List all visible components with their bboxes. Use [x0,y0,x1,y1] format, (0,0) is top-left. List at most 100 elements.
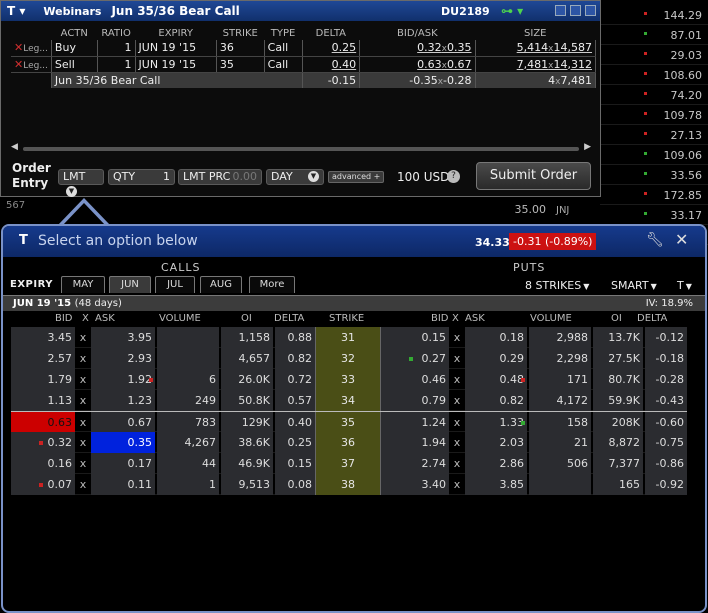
call-ask[interactable]: 0.35 [91,432,155,453]
call-delta: 0.15 [275,453,315,474]
call-bid[interactable]: 3.45 [11,327,75,348]
scroll-track[interactable] [23,147,579,151]
option-row-strike-32[interactable]: 2.57 x 2.93 4,657 0.82 32 0.27 x 0.29 2,298 27.5K -… [11,348,687,369]
put-ask[interactable]: 2.86 [465,453,527,474]
order-title-bar[interactable]: T ▾ Webinars Jun 35/36 Bear Call DU2189 … [1,1,600,21]
leg-ratio[interactable]: 1 [97,40,136,57]
call-bid[interactable]: 2.57 [11,348,75,369]
put-bid[interactable]: 2.74 [381,453,449,474]
leg-row-buy[interactable]: ✕Leg... Buy 1 JUN 19 '15 36 Call 0.25 0.… [11,40,596,57]
close-icon[interactable]: ✕ [675,230,688,249]
combo-order-window: T ▾ Webinars Jun 35/36 Bear Call DU2189 … [0,0,601,197]
scroll-right-icon[interactable]: ▶ [584,142,591,152]
leg-expiry: JUN 19 '15 [135,56,217,73]
call-ask[interactable]: 3.95 [91,327,155,348]
submit-order-button[interactable]: Submit Order [476,162,591,190]
col-header: SIZE [524,27,547,39]
put-ask[interactable]: 0.82 [465,390,527,411]
call-ask[interactable]: 1.23 [91,390,155,411]
trading-class-dropdown[interactable]: T ▼ [677,279,692,292]
expiry-tab-aug[interactable]: AUG [200,276,242,293]
expiry-tab-may[interactable]: MAY [61,276,105,293]
bid-ask-separator: x [79,416,87,429]
put-bid[interactable]: 0.79 [381,390,449,411]
option-row-strike-38[interactable]: 0.07 x 0.11 1 9,513 0.08 38 3.40 x 3.85 165 -0.92 [11,474,687,495]
ticker-change-dot [644,192,647,195]
ticker-row: 109.78 [600,105,708,125]
put-ask[interactable]: 0.29 [465,348,527,369]
wrench-icon[interactable]: 🔧︎ [646,232,664,248]
call-bid[interactable]: 1.13 [11,390,75,411]
call-bid[interactable]: 0.16 [11,453,75,474]
bid-ask-separator: x [453,478,461,491]
leg-action[interactable]: Sell [51,56,98,73]
chain-menu-icon[interactable]: T [19,233,28,248]
put-bid[interactable]: 0.15 [381,327,449,348]
put-ask[interactable]: 0.48 [465,369,527,390]
expiry-tab-jul[interactable]: JUL [155,276,195,293]
quantity-field[interactable]: QTY 1 [108,169,175,185]
leg-row-sell[interactable]: ✕Leg... Sell 1 JUN 19 '15 35 Call 0.40 0… [11,56,596,73]
expiry-tab-more[interactable]: More [249,276,295,293]
combo-row[interactable]: Jun 35/36 Bear Call -0.15 -0.35x-0.28 4x… [11,72,596,88]
option-row-strike-33[interactable]: 1.79 x 1.92 6 26.0K 0.72 33 0.46 x 0.48 171 80.7K -0… [11,369,687,390]
order-type-select[interactable]: LMT▼ [58,169,104,197]
option-row-strike-34[interactable]: 1.13 x 1.23 249 50.8K 0.57 34 0.79 x 0.82 4,172 59.… [11,390,687,411]
put-bid[interactable]: 1.94 [381,432,449,453]
call-ask[interactable]: 0.17 [91,453,155,474]
put-bid[interactable]: 0.27 [381,348,449,369]
call-bid[interactable]: 0.32 [11,432,75,453]
put-open-interest: 208K [593,412,643,433]
bid-ask-separator: x [453,331,461,344]
ticker-change-dot [644,52,647,55]
call-ask[interactable]: 0.11 [91,474,155,495]
background-left-value: 567 [6,200,26,211]
call-bid[interactable]: 0.63 [11,412,75,433]
route-dropdown[interactable]: SMART ▼ [611,279,657,292]
minimize-button[interactable] [555,5,566,16]
option-chain-panel: T Select an option below 34.33 -0.31 (-0… [1,224,707,613]
info-icon[interactable]: ? [447,170,460,183]
call-bid[interactable]: 0.07 [11,474,75,495]
call-ask[interactable]: 2.93 [91,348,155,369]
option-row-strike-36[interactable]: 0.32 x 0.35 4,267 38.6K 0.25 36 1.94 x 2.03 21 8,87… [11,432,687,453]
call-volume [157,348,219,369]
close-button[interactable] [585,5,596,16]
leg-action[interactable]: Buy [51,40,98,57]
option-row-strike-37[interactable]: 0.16 x 0.17 44 46.9K 0.15 37 2.74 x 2.86 506 7,377-… [11,453,687,474]
ticker-change-dot [644,12,647,15]
put-bid[interactable]: 0.46 [381,369,449,390]
put-ask[interactable]: 3.85 [465,474,527,495]
order-entry-label: Order Entry [12,161,51,190]
put-ask[interactable]: 1.33 [465,412,527,433]
ticker-change-dot [644,212,647,215]
maximize-button[interactable] [570,5,581,16]
remove-leg-icon[interactable]: ✕ [14,58,23,71]
link-icon[interactable]: ⊶ ▾ [501,4,523,18]
option-row-strike-35[interactable]: 0.63 x 0.67 783 129K 0.40 35 1.24 x 1.33 158 208K -0… [11,411,687,433]
strike-cell: 33 [315,369,381,390]
limit-price-field[interactable]: LMT PRC 0.00 [178,169,262,185]
remove-leg-icon[interactable]: ✕ [14,41,23,54]
time-in-force-select[interactable]: DAY ▼ [266,169,324,185]
expiry-date: JUN 19 '15 (48 days) [13,298,122,309]
put-ask[interactable]: 0.18 [465,327,527,348]
strike-cell: 36 [315,432,381,453]
expiry-tab-jun[interactable]: JUN [109,276,151,293]
combo-bid-ask: -0.35x-0.28 [359,72,476,88]
call-bid[interactable]: 1.79 [11,369,75,390]
scroll-left-icon[interactable]: ◀ [11,142,18,152]
put-ask[interactable]: 2.03 [465,432,527,453]
put-bid[interactable]: 3.40 [381,474,449,495]
window-menu-button[interactable]: T ▾ [7,4,25,18]
leg-ratio[interactable]: 1 [97,56,136,73]
tick-direction-icon [39,483,43,487]
option-row-strike-31[interactable]: 3.45 x 3.95 1,158 0.88 31 0.15 x 0.18 2,988 13.7K -… [11,327,687,348]
call-ask[interactable]: 0.67 [91,412,155,433]
advanced-button[interactable]: advanced + [328,171,385,183]
put-bid[interactable]: 1.24 [381,412,449,433]
call-volume: 783 [157,412,219,433]
call-ask[interactable]: 1.92 [91,369,155,390]
horizontal-scrollbar[interactable]: ◀ ▶ [11,142,591,154]
strikes-dropdown[interactable]: 8 STRIKES ▼ [525,279,589,292]
